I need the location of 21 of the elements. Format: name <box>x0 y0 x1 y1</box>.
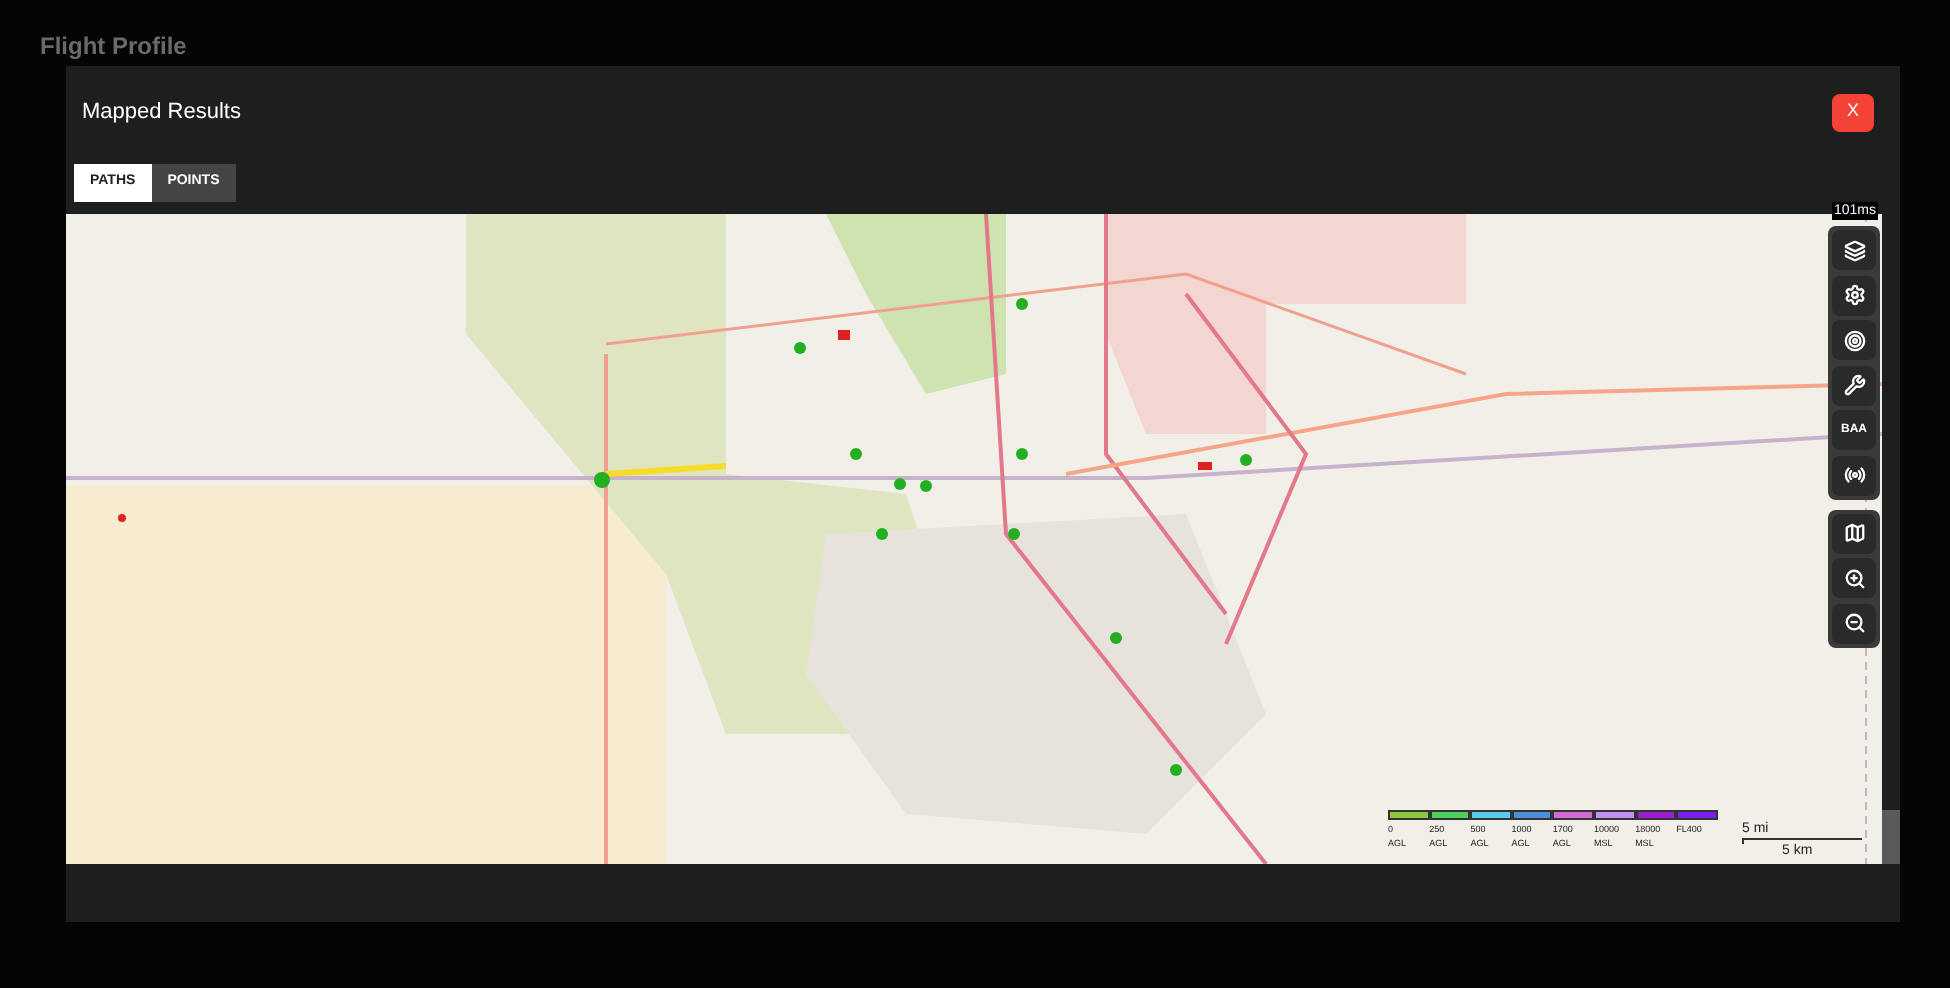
map-tool-button[interactable] <box>1832 320 1876 360</box>
layers-icon <box>1843 239 1865 261</box>
map-tool-button[interactable] <box>1832 365 1876 405</box>
map-tool-button[interactable] <box>1832 603 1876 643</box>
map-tool-button[interactable] <box>1832 275 1876 315</box>
zoom-out-icon <box>1843 612 1865 634</box>
broadcast-icon <box>1843 464 1865 486</box>
close-button[interactable]: X <box>1832 93 1874 131</box>
map-tool-button[interactable] <box>1832 513 1876 553</box>
scrollbar <box>1882 810 1900 864</box>
zoom-in-icon <box>1843 567 1865 589</box>
map-tool-button[interactable] <box>1832 230 1876 270</box>
map-tool-button[interactable] <box>1832 558 1876 598</box>
map-icon <box>1843 522 1865 544</box>
settings-icon <box>1843 284 1865 306</box>
scale-bar <box>1742 838 1862 844</box>
wrench-icon <box>1843 374 1865 396</box>
dialog-title: Mapped Results <box>82 97 241 128</box>
map-tool-button[interactable] <box>1832 455 1876 495</box>
target-icon <box>1843 329 1865 351</box>
page-title: Flight Profile <box>40 30 187 64</box>
